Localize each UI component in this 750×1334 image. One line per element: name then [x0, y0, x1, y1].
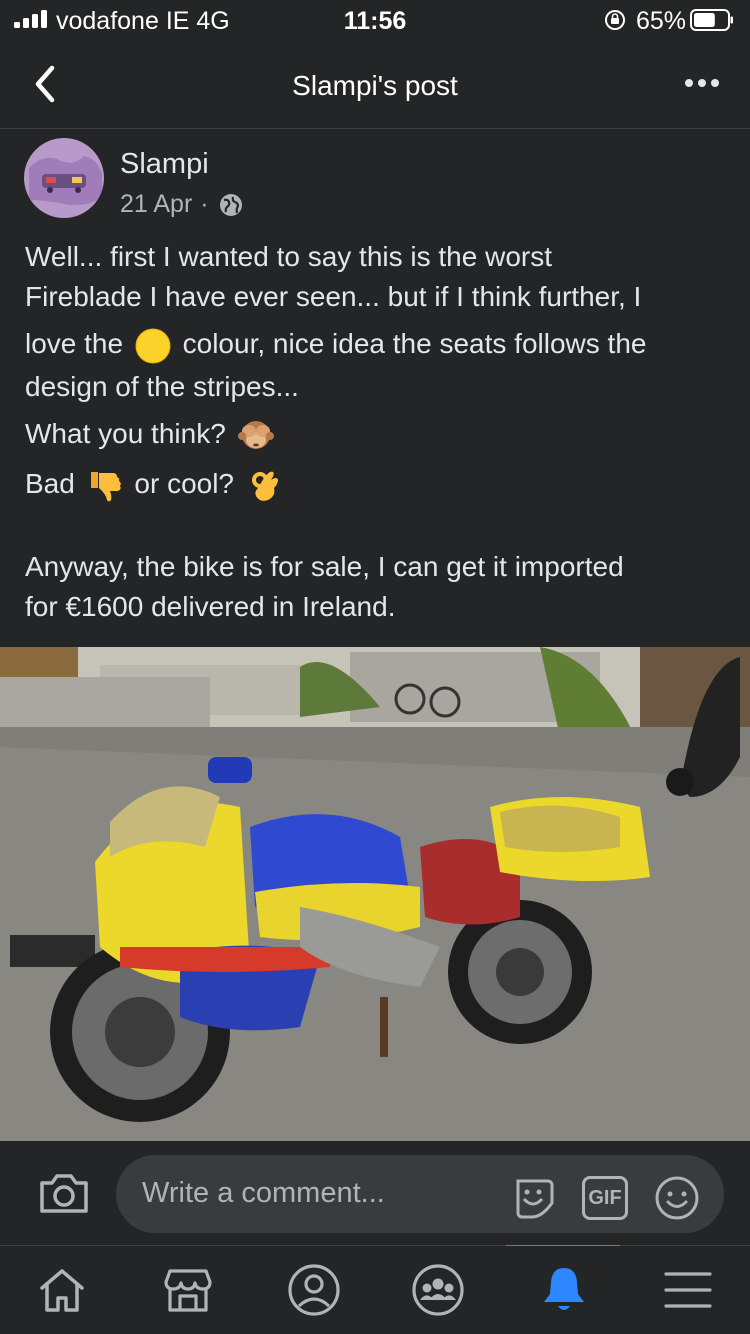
tab-home[interactable]	[34, 1262, 90, 1318]
post-date[interactable]: 21 Apr	[120, 190, 192, 219]
post-header-bar: Slampi's post	[0, 42, 750, 129]
post-text-fragment: love the	[25, 328, 124, 359]
post-photo[interactable]	[0, 647, 750, 1141]
emoji-icon[interactable]	[654, 1175, 700, 1221]
groups-icon	[412, 1264, 464, 1316]
sticker-icon[interactable]	[510, 1175, 556, 1221]
profile-icon	[288, 1264, 340, 1316]
battery-icon	[690, 9, 733, 31]
bottom-tab-bar	[0, 1246, 750, 1334]
avatar[interactable]	[24, 138, 104, 218]
tab-notifications[interactable]	[536, 1262, 592, 1318]
battery-percent: 65%	[636, 7, 687, 35]
post-meta: 21 Apr ·	[120, 190, 243, 219]
page-title: Slampi's post	[292, 70, 458, 101]
rotation-lock-icon	[605, 10, 625, 30]
post-text-fragment: What you think?	[25, 418, 226, 449]
tab-profile[interactable]	[286, 1262, 342, 1318]
post-text-line: design of the stripes...	[25, 371, 299, 402]
see-no-evil-monkey-icon	[237, 420, 274, 449]
comment-placeholder: Write a comment...	[142, 1177, 385, 1209]
post-text-line: love the colour, nice idea the seats fol…	[25, 324, 725, 364]
tab-groups[interactable]	[410, 1262, 466, 1318]
yellow-circle-icon	[135, 328, 171, 364]
post-text-line: What you think?	[25, 414, 725, 454]
post-text-fragment: Bad	[25, 468, 75, 499]
status-bar: vodafone IE 4G 11:56 65%	[0, 0, 750, 42]
home-icon	[40, 1269, 84, 1312]
tab-menu[interactable]	[660, 1262, 716, 1318]
post-text-line: Bad or cool?	[25, 464, 725, 504]
camera-icon[interactable]	[38, 1171, 90, 1215]
gif-button[interactable]: GIF	[582, 1176, 628, 1220]
more-options-icon[interactable]	[684, 78, 720, 88]
post-text-line: Anyway, the bike is for sale, I can get …	[25, 551, 624, 582]
post-text-line: for €1600 delivered in Ireland.	[25, 591, 396, 622]
meta-separator: ·	[200, 190, 209, 218]
post-text-line: Fireblade I have ever seen... but if I t…	[25, 281, 642, 312]
bell-icon	[544, 1268, 584, 1310]
marketplace-icon	[164, 1269, 212, 1312]
hamburger-menu-icon	[664, 1272, 712, 1308]
post-author-name[interactable]: Slampi	[120, 148, 209, 181]
comment-bar: Write a comment... GIF	[0, 1141, 750, 1246]
thumbs-down-icon	[90, 471, 121, 502]
post-text-fragment: colour, nice idea the seats follows the	[182, 328, 647, 359]
tab-marketplace[interactable]	[160, 1262, 216, 1318]
post-text-line: Well... first I wanted to say this is th…	[25, 241, 552, 272]
globe-icon	[219, 193, 242, 216]
comment-input[interactable]: Write a comment... GIF	[116, 1155, 724, 1233]
ok-hand-icon	[251, 471, 278, 501]
post-text-fragment: or cool?	[134, 468, 235, 499]
